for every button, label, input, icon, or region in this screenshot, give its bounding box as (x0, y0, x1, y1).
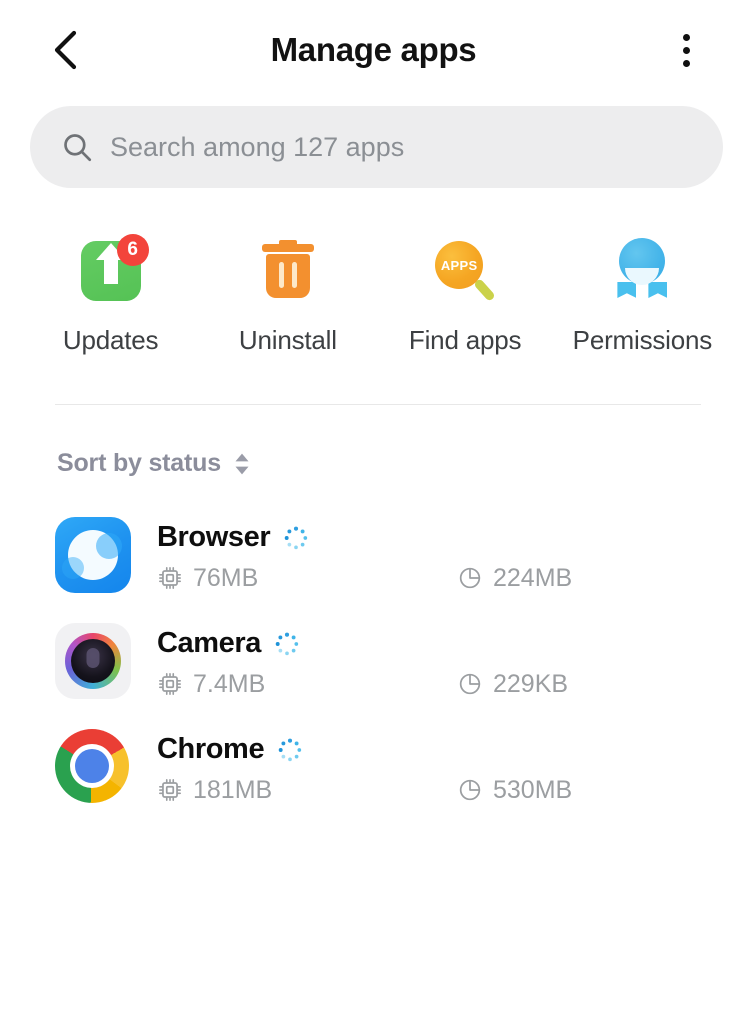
quick-actions: 6 Updates Uninstall APPS Find apps Permi… (0, 234, 753, 356)
storage-usage: 229KB (457, 670, 568, 699)
updates-badge: 6 (116, 234, 149, 266)
cpu-icon (159, 779, 181, 801)
app-info: Browser 76MB 224MB (157, 518, 753, 593)
ram-value: 181MB (193, 775, 273, 804)
storage-usage: 224MB (457, 564, 572, 593)
up-arrow-icon (103, 258, 118, 284)
trash-icon (251, 234, 325, 308)
permissions-icon (605, 234, 679, 308)
quick-action-label: Permissions (572, 325, 713, 355)
quick-action-updates[interactable]: 6 Updates (22, 234, 199, 356)
quick-action-uninstall[interactable]: Uninstall (199, 234, 376, 356)
list-item[interactable]: Camera 7.4MB 229KB (0, 608, 753, 714)
search-section (0, 100, 753, 188)
page-title: Manage apps (270, 31, 477, 68)
app-list: Browser 76MB 224MB Camera 7.4MB 229KB Ch… (0, 478, 753, 820)
app-name: Browser (157, 521, 271, 553)
cpu-icon (159, 567, 181, 589)
find-apps-glyph-text: APPS (440, 257, 478, 273)
sort-chevrons-icon (235, 453, 249, 474)
list-item[interactable]: Browser 76MB 224MB (0, 502, 753, 608)
ram-usage: 181MB (157, 776, 457, 805)
overflow-menu-button[interactable] (661, 23, 711, 77)
ram-usage: 7.4MB (157, 670, 457, 699)
camera-app-icon (55, 623, 131, 699)
chrome-app-icon (55, 729, 131, 805)
quick-action-label: Uninstall (238, 325, 337, 355)
storage-value: 224MB (493, 563, 573, 592)
search-bar[interactable] (30, 106, 723, 188)
app-stats: 76MB 224MB (157, 564, 753, 593)
browser-app-icon (55, 517, 131, 593)
app-name: Camera (157, 627, 261, 659)
cpu-icon (159, 673, 181, 695)
overflow-menu-icon (682, 33, 690, 41)
trash-glyph (260, 240, 316, 302)
quick-action-find-apps[interactable]: APPS Find apps (377, 234, 554, 356)
loading-spinner-icon (278, 738, 302, 761)
app-name: Chrome (157, 733, 265, 765)
sort-control[interactable]: Sort by status (0, 405, 252, 478)
overflow-menu-icon (682, 46, 690, 54)
storage-pie-icon (459, 673, 481, 695)
back-button[interactable] (38, 23, 92, 77)
app-stats: 7.4MB 229KB (157, 670, 753, 699)
quick-action-label: Find apps (408, 325, 522, 355)
quick-action-label: Updates (62, 325, 159, 355)
app-info: Camera 7.4MB 229KB (157, 624, 753, 699)
find-apps-glyph: APPS (433, 239, 497, 303)
overflow-menu-icon (682, 59, 690, 67)
storage-pie-icon (459, 567, 481, 589)
loading-spinner-icon (275, 632, 299, 655)
storage-pie-icon (459, 779, 481, 801)
ram-value: 76MB (193, 563, 259, 592)
list-item[interactable]: Chrome 181MB 530MB (0, 714, 753, 820)
search-icon (64, 134, 92, 162)
chevron-left-icon (54, 30, 77, 70)
search-input[interactable] (110, 131, 693, 163)
app-bar: Manage apps (0, 0, 753, 100)
app-stats: 181MB 530MB (157, 776, 753, 805)
permissions-glyph (612, 238, 672, 304)
loading-spinner-icon (284, 526, 308, 549)
ram-usage: 76MB (157, 564, 457, 593)
quick-action-permissions[interactable]: Permissions (554, 234, 731, 356)
sort-label: Sort by status (57, 449, 221, 477)
storage-value: 530MB (493, 775, 573, 804)
storage-value: 229KB (493, 669, 569, 698)
app-info: Chrome 181MB 530MB (157, 730, 753, 805)
find-apps-icon: APPS (428, 234, 502, 308)
updates-icon: 6 (74, 234, 149, 308)
ram-value: 7.4MB (193, 669, 266, 698)
storage-usage: 530MB (457, 776, 572, 805)
